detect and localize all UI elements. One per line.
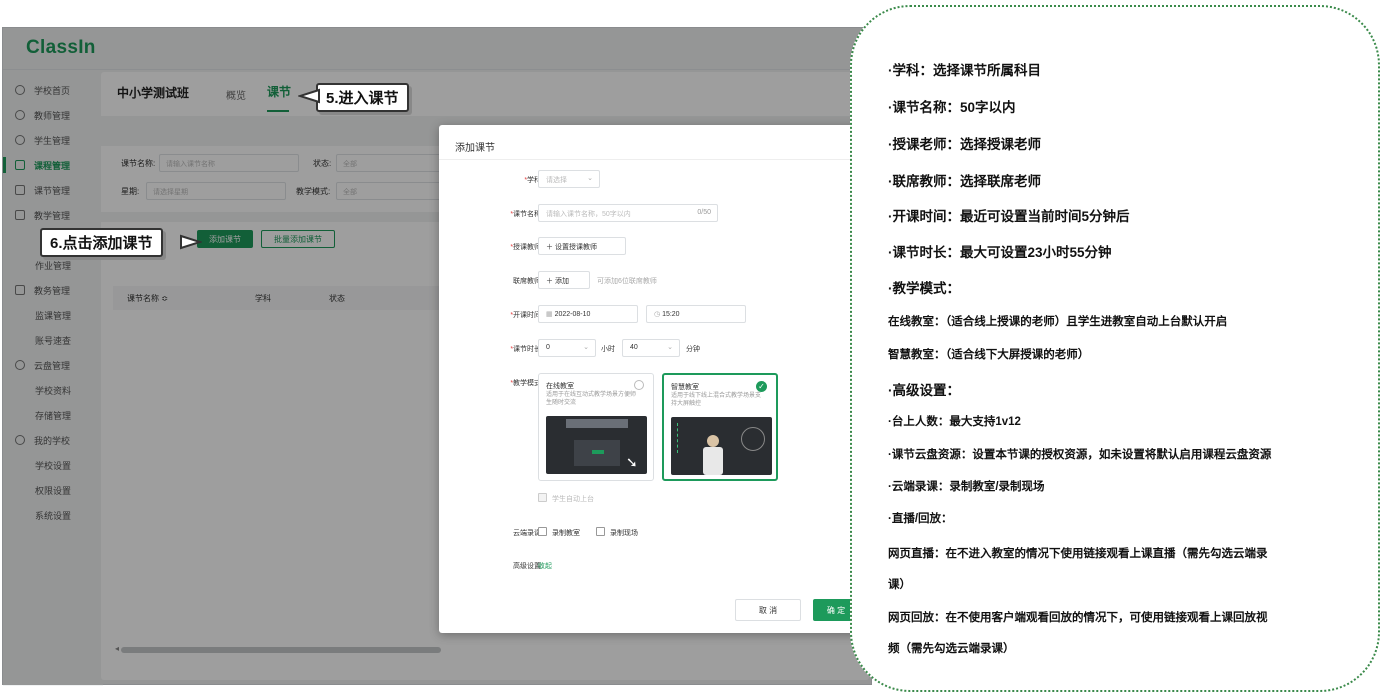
duration-label: *课节时长:	[510, 346, 543, 353]
smart-classroom-preview	[671, 417, 772, 475]
clock-icon: ◷	[654, 311, 663, 318]
info-web-replay-cont: 频（需先勾选云端录课）	[888, 643, 1015, 655]
online-classroom-radio[interactable]	[634, 380, 644, 390]
co-teacher-hint: 可添加6位联席教师	[597, 278, 657, 285]
add-co-teacher-button[interactable]: ＋ 添加	[538, 271, 590, 289]
subject-select[interactable]: 请选择 ⌄	[538, 170, 600, 188]
chevron-down-icon: ⌄	[667, 344, 673, 351]
info-teacher: ·授课老师：选择授课老师	[888, 137, 1041, 152]
hours-unit: 小时	[601, 346, 615, 353]
info-cloud-record: ·云端录课：录制教室/录制现场	[888, 481, 1045, 493]
info-subject: ·学科：选择课节所属科目	[888, 63, 1041, 78]
dialog-title: 添加课节	[455, 143, 495, 154]
dialog-divider	[439, 159, 859, 160]
online-classroom-preview: ➘	[546, 416, 647, 474]
callout-step-6-tail	[180, 234, 202, 250]
smart-classroom-title: 智慧教室	[671, 384, 699, 391]
online-classroom-title: 在线教室	[546, 383, 574, 390]
lesson-name-label: *课节名称:	[510, 211, 543, 218]
record-classroom-checkbox[interactable]	[538, 527, 547, 536]
duration-hours-select[interactable]: 0 ⌄	[538, 339, 596, 357]
co-teacher-label: 联席教师:	[513, 278, 543, 285]
callout-step-5-tail	[298, 88, 320, 104]
record-scene-label: 录制现场	[610, 530, 638, 537]
start-time-label: *开课时间:	[510, 312, 543, 319]
teacher-label: *授课教师:	[510, 244, 543, 251]
duration-minutes-select[interactable]: 40 ⌄	[622, 339, 680, 357]
info-smart-classroom: 智慧教室：（适合线下大屏授课的老师）	[888, 349, 1090, 361]
screenshot-stage: ClassIn 学校首页 教师管理 学生管理 课程管理 课节管理 教学管理 作业…	[0, 0, 1387, 700]
callout-step-5: 5.进入课节	[316, 83, 409, 112]
info-teaching-mode: ·教学模式：	[888, 281, 960, 296]
set-teacher-button[interactable]: ＋ 设置授课教师	[538, 237, 626, 255]
auto-stage-label: 学生自动上台	[552, 496, 594, 503]
smart-classroom-desc: 适用于线下线上混合式教学场景支持大屏触控	[671, 393, 762, 407]
info-start-time: ·开课时间：最近可设置当前时间5分钟后	[888, 209, 1130, 224]
online-classroom-card[interactable]: 在线教室 适用于在线互动式教学场景方便师生随时交流 ➘	[538, 373, 654, 481]
info-duration: ·课节时长：最大可设置23小时55分钟	[888, 245, 1112, 260]
info-online-classroom: 在线教室：（适合线上授课的老师）且学生进教室自动上台默认开启	[888, 316, 1228, 328]
record-scene-checkbox[interactable]	[596, 527, 605, 536]
advanced-label: 高级设置:	[513, 563, 543, 570]
info-lesson-name: ·课节名称：50字以内	[888, 100, 1016, 115]
info-co-teacher: ·联席教师：选择联席老师	[888, 174, 1041, 189]
subject-label: *学科:	[524, 177, 543, 184]
callout-step-6: 6.点击添加课节	[40, 228, 163, 257]
info-advanced: ·高级设置：	[888, 383, 960, 398]
collapse-link[interactable]: 收起	[538, 561, 552, 571]
auto-stage-checkbox[interactable]	[538, 493, 547, 502]
info-cloud-resources: ·课节云盘资源：设置本节课的授权资源，如未设置将默认启用课程云盘资源	[888, 449, 1272, 461]
info-web-live-cont: 课）	[888, 579, 911, 591]
chevron-down-icon: ⌄	[583, 344, 589, 351]
online-classroom-desc: 适用于在线互动式教学场景方便师生随时交流	[546, 392, 637, 406]
smart-classroom-card[interactable]: 智慧教室 ✓ 适用于线下线上混合式教学场景支持大屏触控	[662, 373, 778, 481]
teaching-mode-label: *教学模式:	[510, 380, 543, 387]
field-description-panel: ·学科：选择课节所属科目 ·课节名称：50字以内 ·授课老师：选择授课老师 ·联…	[850, 5, 1380, 692]
char-counter: 0/50	[697, 209, 711, 216]
cancel-button[interactable]: 取 消	[735, 599, 801, 621]
cursor-icon: ➘	[626, 454, 638, 470]
cloud-record-label: 云端录课:	[513, 530, 543, 537]
minutes-unit: 分钟	[686, 346, 700, 353]
start-date-input[interactable]: ▦ 2022-08-10	[538, 305, 638, 323]
info-web-live: 网页直播：在不进入教室的情况下使用链接观看上课直播（需先勾选云端录	[888, 548, 1268, 560]
add-lesson-dialog: 添加课节 *学科: 请选择 ⌄ *课节名称: 请输入课节名称，50字以内 0/50 …	[439, 125, 859, 633]
lesson-name-input[interactable]: 请输入课节名称，50字以内 0/50	[538, 204, 718, 222]
info-web-replay: 网页回放：在不使用客户端观看回放的情况下，可使用链接观看上课回放视	[888, 612, 1268, 624]
info-stage-count: ·台上人数：最大支持1v12	[888, 416, 1021, 428]
start-time-input[interactable]: ◷ 15:20	[646, 305, 746, 323]
check-icon[interactable]: ✓	[756, 381, 767, 392]
calendar-icon: ▦	[546, 311, 555, 318]
chevron-down-icon: ⌄	[587, 175, 593, 182]
record-classroom-label: 录制教室	[552, 530, 580, 537]
info-live-replay: ·直播/回放：	[888, 513, 953, 525]
